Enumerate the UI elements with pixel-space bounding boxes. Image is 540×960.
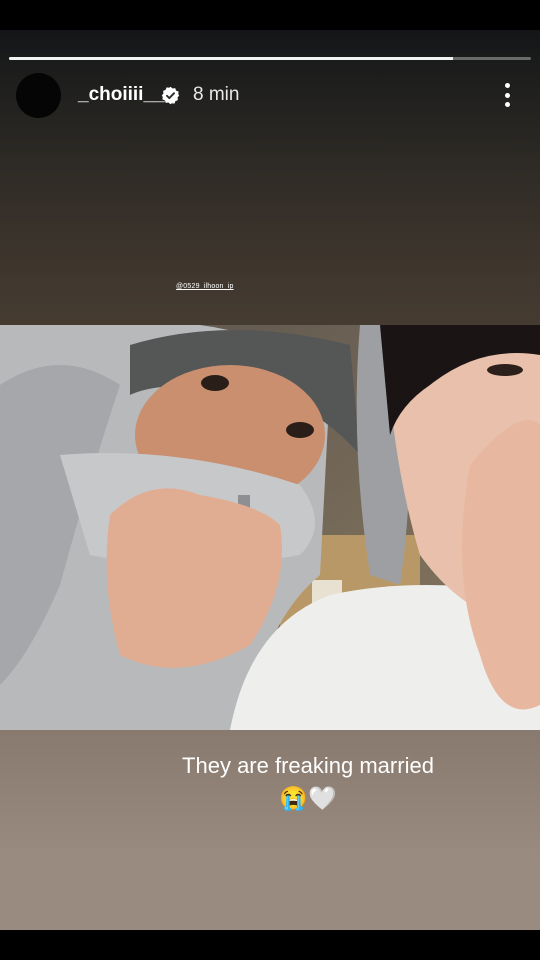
menu-dot bbox=[504, 83, 510, 88]
story-viewer: _choiiii__ 8 min @0529_ilhoon_ip They ar… bbox=[0, 0, 540, 960]
photo-illustration bbox=[0, 325, 540, 730]
photo-credit-watermark: @0529_ilhoon_ip bbox=[176, 283, 234, 290]
status-bar-area bbox=[0, 0, 540, 30]
story-progress-bar bbox=[9, 57, 531, 60]
story-caption: They are freaking married bbox=[182, 753, 434, 778]
avatar[interactable] bbox=[16, 73, 61, 118]
post-time: 8 min bbox=[193, 84, 240, 105]
story-progress-fill bbox=[9, 57, 453, 60]
story-photo[interactable] bbox=[0, 325, 540, 730]
username[interactable]: _choiiii__ bbox=[78, 84, 165, 106]
menu-dot bbox=[504, 92, 510, 98]
caption-emoji: 😭🤍 bbox=[279, 785, 337, 811]
verified-badge-icon bbox=[161, 86, 180, 105]
more-options-icon[interactable] bbox=[495, 80, 519, 110]
navigation-bar-area bbox=[0, 930, 540, 960]
menu-dot bbox=[504, 102, 510, 107]
